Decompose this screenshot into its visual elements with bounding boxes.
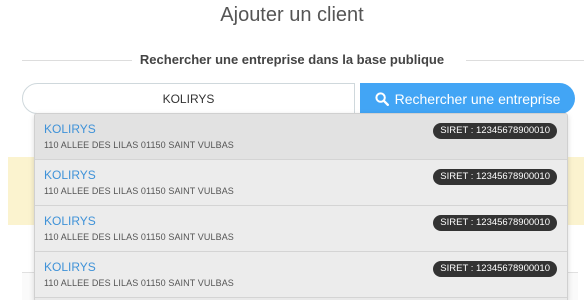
result-company-name: KOLIRYS (44, 168, 96, 182)
search-icon (375, 91, 389, 106)
search-section-heading: Rechercher une entreprise dans la base p… (0, 51, 584, 71)
result-company-address: 110 ALLEE DES LILAS 01150 SAINT VULBAS (44, 278, 234, 288)
siret-badge: SIRET : 12345678900010 (433, 123, 557, 139)
add-client-page: Ajouter un client Rechercher une entrepr… (0, 0, 584, 300)
result-company-name: KOLIRYS (44, 260, 96, 274)
siret-badge: SIRET : 12345678900010 (433, 215, 557, 231)
result-company-address: 110 ALLEE DES LILAS 01150 SAINT VULBAS (44, 232, 234, 242)
heading-divider-right (466, 60, 584, 61)
result-item[interactable]: KOLIRYS 110 ALLEE DES LILAS 01150 SAINT … (35, 206, 567, 252)
siret-badge: SIRET : 12345678900010 (433, 261, 557, 277)
company-search-input[interactable] (22, 83, 355, 114)
result-company-name: KOLIRYS (44, 214, 96, 228)
search-company-button-label: Rechercher une entreprise (394, 90, 561, 107)
result-company-address: 110 ALLEE DES LILAS 01150 SAINT VULBAS (44, 186, 234, 196)
result-item[interactable]: KOLIRYS 110 ALLEE DES LILAS 01150 SAINT … (35, 160, 567, 206)
search-results-dropdown: KOLIRYS 110 ALLEE DES LILAS 01150 SAINT … (34, 113, 568, 300)
search-company-button[interactable]: Rechercher une entreprise (360, 83, 575, 114)
siret-badge: SIRET : 12345678900010 (433, 169, 557, 185)
result-company-name: KOLIRYS (44, 122, 96, 136)
result-item[interactable]: KOLIRYS 110 ALLEE DES LILAS 01150 SAINT … (35, 114, 567, 160)
result-item[interactable]: KOLIRYS 110 ALLEE DES LILAS 01150 SAINT … (35, 252, 567, 298)
result-company-address: 110 ALLEE DES LILAS 01150 SAINT VULBAS (44, 140, 234, 150)
page-title: Ajouter un client (220, 4, 364, 26)
